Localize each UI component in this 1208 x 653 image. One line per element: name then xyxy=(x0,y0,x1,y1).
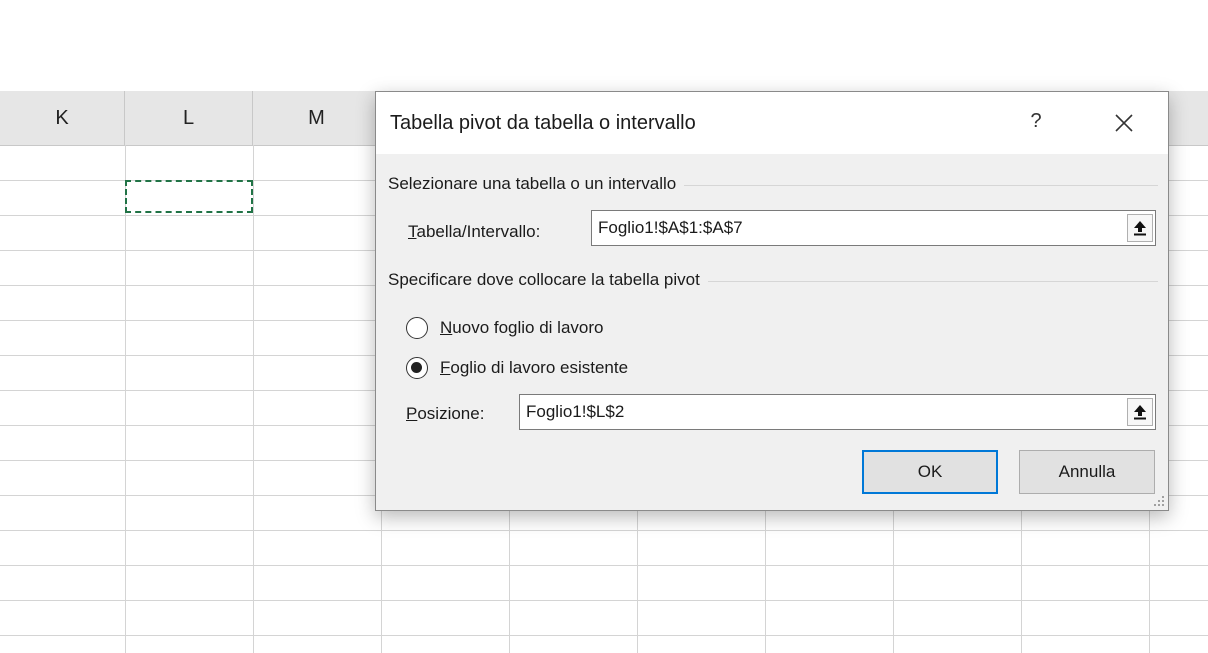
collapse-dialog-icon xyxy=(1134,405,1146,420)
radio-new-sheet[interactable]: Nuovo foglio di lavoro xyxy=(406,314,604,342)
position-label: Posizione: xyxy=(406,404,485,423)
grid-row-line xyxy=(0,600,1208,601)
radio-existing-sheet[interactable]: Foglio di lavoro esistente xyxy=(406,354,628,382)
column-header-k[interactable]: K xyxy=(0,91,125,145)
dialog-titlebar[interactable]: Tabella pivot da tabella o intervallo ? xyxy=(376,92,1168,154)
position-input-value: Foglio1!$L$2 xyxy=(526,402,625,421)
radio-existing-sheet-circle[interactable] xyxy=(406,357,428,379)
grid-row-line xyxy=(0,565,1208,566)
help-button[interactable]: ? xyxy=(1016,106,1056,136)
grid-column-line xyxy=(125,145,126,653)
pivot-table-dialog: Tabella pivot da tabella o intervallo ? … xyxy=(375,91,1169,511)
close-icon xyxy=(1115,114,1133,132)
range-input-value: Foglio1!$A$1:$A$7 xyxy=(598,218,743,237)
collapse-dialog-icon xyxy=(1134,221,1146,236)
range-input[interactable]: Foglio1!$A$1:$A$7 xyxy=(591,210,1156,246)
ok-button[interactable]: OK xyxy=(862,450,998,494)
cancel-button[interactable]: Annulla xyxy=(1019,450,1155,494)
radio-new-sheet-label: Nuovo foglio di lavoro xyxy=(440,318,604,337)
copy-selection-marquee xyxy=(125,180,253,213)
radio-existing-sheet-label: Foglio di lavoro esistente xyxy=(440,358,629,377)
grid-row-line xyxy=(0,530,1208,531)
range-collapse-button[interactable] xyxy=(1127,214,1153,242)
radio-new-sheet-circle[interactable] xyxy=(406,317,428,339)
resize-grip-icon[interactable] xyxy=(1153,495,1165,507)
dest-group-label: Specificare dove collocare la tabella pi… xyxy=(388,270,708,290)
column-header-l[interactable]: L xyxy=(125,91,253,145)
close-button[interactable] xyxy=(1102,106,1146,140)
source-group-label: Selezionare una tabella o un intervallo xyxy=(388,174,685,194)
position-input[interactable]: Foglio1!$L$2 xyxy=(519,394,1156,430)
grid-row-line xyxy=(0,635,1208,636)
range-label: Tabella/Intervallo: xyxy=(408,222,541,241)
grid-column-line xyxy=(253,145,254,653)
position-collapse-button[interactable] xyxy=(1127,398,1153,426)
dialog-title: Tabella pivot da tabella o intervallo xyxy=(390,112,696,134)
column-header-m[interactable]: M xyxy=(253,91,381,145)
